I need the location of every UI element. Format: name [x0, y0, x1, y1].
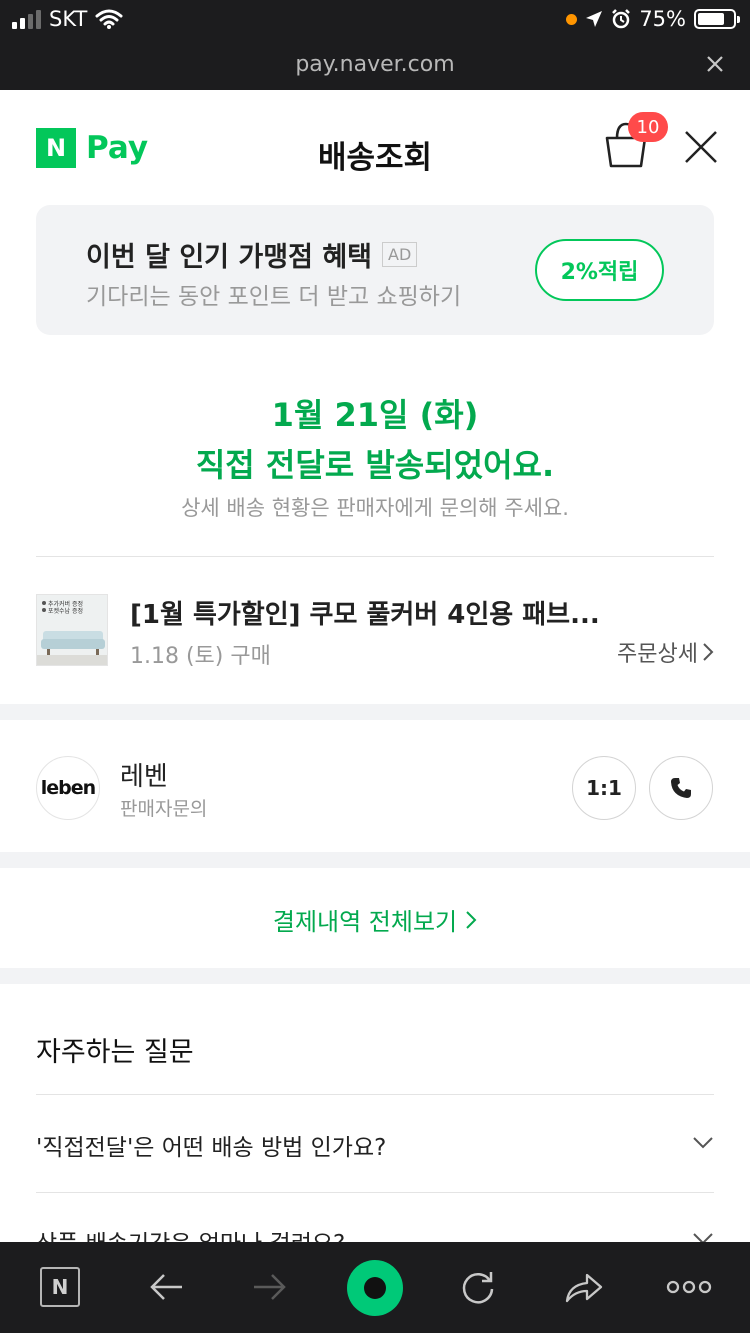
faq-title: 자주하는 질문	[36, 1037, 194, 1068]
reward-button[interactable]: 2%적립	[535, 239, 664, 301]
purchase-date: 1.18 (토) 구매	[130, 644, 271, 669]
cart-count-badge: 10	[628, 112, 668, 142]
status-bar-left: SKT	[12, 6, 123, 32]
battery-percent: 75%	[639, 7, 686, 31]
url-text[interactable]: pay.naver.com	[0, 52, 750, 77]
ad-title: 이번 달 인기 가맹점 혜택	[86, 242, 372, 273]
product-name[interactable]: [1월 특가할인] 쿠모 풀커버 4인용 패브...	[130, 594, 610, 631]
share-icon[interactable]	[563, 1267, 603, 1307]
more-options-icon[interactable]	[666, 1267, 712, 1307]
page-header: N Pay 배송조회 10	[0, 90, 750, 205]
section-gap	[0, 704, 750, 720]
call-button[interactable]	[649, 756, 713, 820]
divider	[36, 1094, 714, 1095]
back-arrow-icon[interactable]	[146, 1267, 186, 1307]
order-detail-link[interactable]: 주문상세	[617, 636, 714, 668]
seller-inquiry-label: 판매자문의	[120, 798, 208, 820]
divider	[36, 556, 714, 557]
browser-toolbar: N	[0, 1242, 750, 1333]
divider	[36, 1192, 714, 1193]
browser-url-bar: pay.naver.com	[0, 40, 750, 90]
ad-tag: AD	[382, 242, 418, 267]
section-gap	[0, 852, 750, 868]
faq-question[interactable]: '직접전달'은 어떤 배송 방법 인가요?	[36, 1128, 386, 1162]
delivery-status: 직접 전달로 발송되었어요.	[195, 446, 555, 484]
status-bar: SKT 75%	[0, 0, 750, 40]
order-detail-label: 주문상세	[617, 642, 698, 667]
section-gap	[0, 968, 750, 984]
seller-logo[interactable]: leben	[36, 756, 100, 820]
carrier-label: SKT	[49, 7, 88, 31]
chevron-right-icon	[466, 910, 477, 929]
green-dot-button[interactable]	[347, 1260, 403, 1316]
product-thumbnail[interactable]: 추가커버 증정 포켓수납 증정	[36, 594, 108, 666]
thumbnail-promo-2: 포켓수납 증정	[48, 608, 84, 615]
ad-title-row: 이번 달 인기 가맹점 혜택 AD	[86, 235, 418, 274]
chevron-right-icon	[703, 643, 714, 661]
seller-name[interactable]: 레벤	[120, 756, 168, 793]
refresh-icon[interactable]	[458, 1267, 498, 1307]
chevron-down-icon[interactable]	[692, 1136, 714, 1150]
delivery-date: 1월 21일 (화)	[271, 396, 479, 434]
alarm-icon	[612, 9, 631, 29]
forward-arrow-icon[interactable]	[250, 1267, 290, 1307]
close-browser-icon[interactable]	[704, 53, 726, 75]
naver-home-button[interactable]: N	[40, 1267, 80, 1307]
payment-history-label: 결제내역 전체보기	[272, 908, 458, 936]
ad-subtitle: 기다리는 동안 포인트 더 받고 쇼핑하기	[86, 284, 462, 310]
delivery-note: 상세 배송 현황은 판매자에게 문의해 주세요.	[181, 496, 569, 520]
battery-icon	[694, 9, 740, 29]
close-icon[interactable]	[684, 130, 718, 164]
wifi-icon	[95, 9, 123, 29]
mic-indicator-icon	[566, 13, 578, 25]
chat-button[interactable]: 1:1	[572, 756, 636, 820]
status-bar-right: 75%	[566, 6, 740, 32]
location-arrow-icon	[586, 11, 603, 27]
phone-icon	[671, 778, 691, 798]
payment-history-link[interactable]: 결제내역 전체보기	[0, 902, 750, 937]
ad-banner[interactable]: 이번 달 인기 가맹점 혜택 AD 기다리는 동안 포인트 더 받고 쇼핑하기 …	[36, 205, 714, 335]
signal-icon	[12, 9, 41, 29]
